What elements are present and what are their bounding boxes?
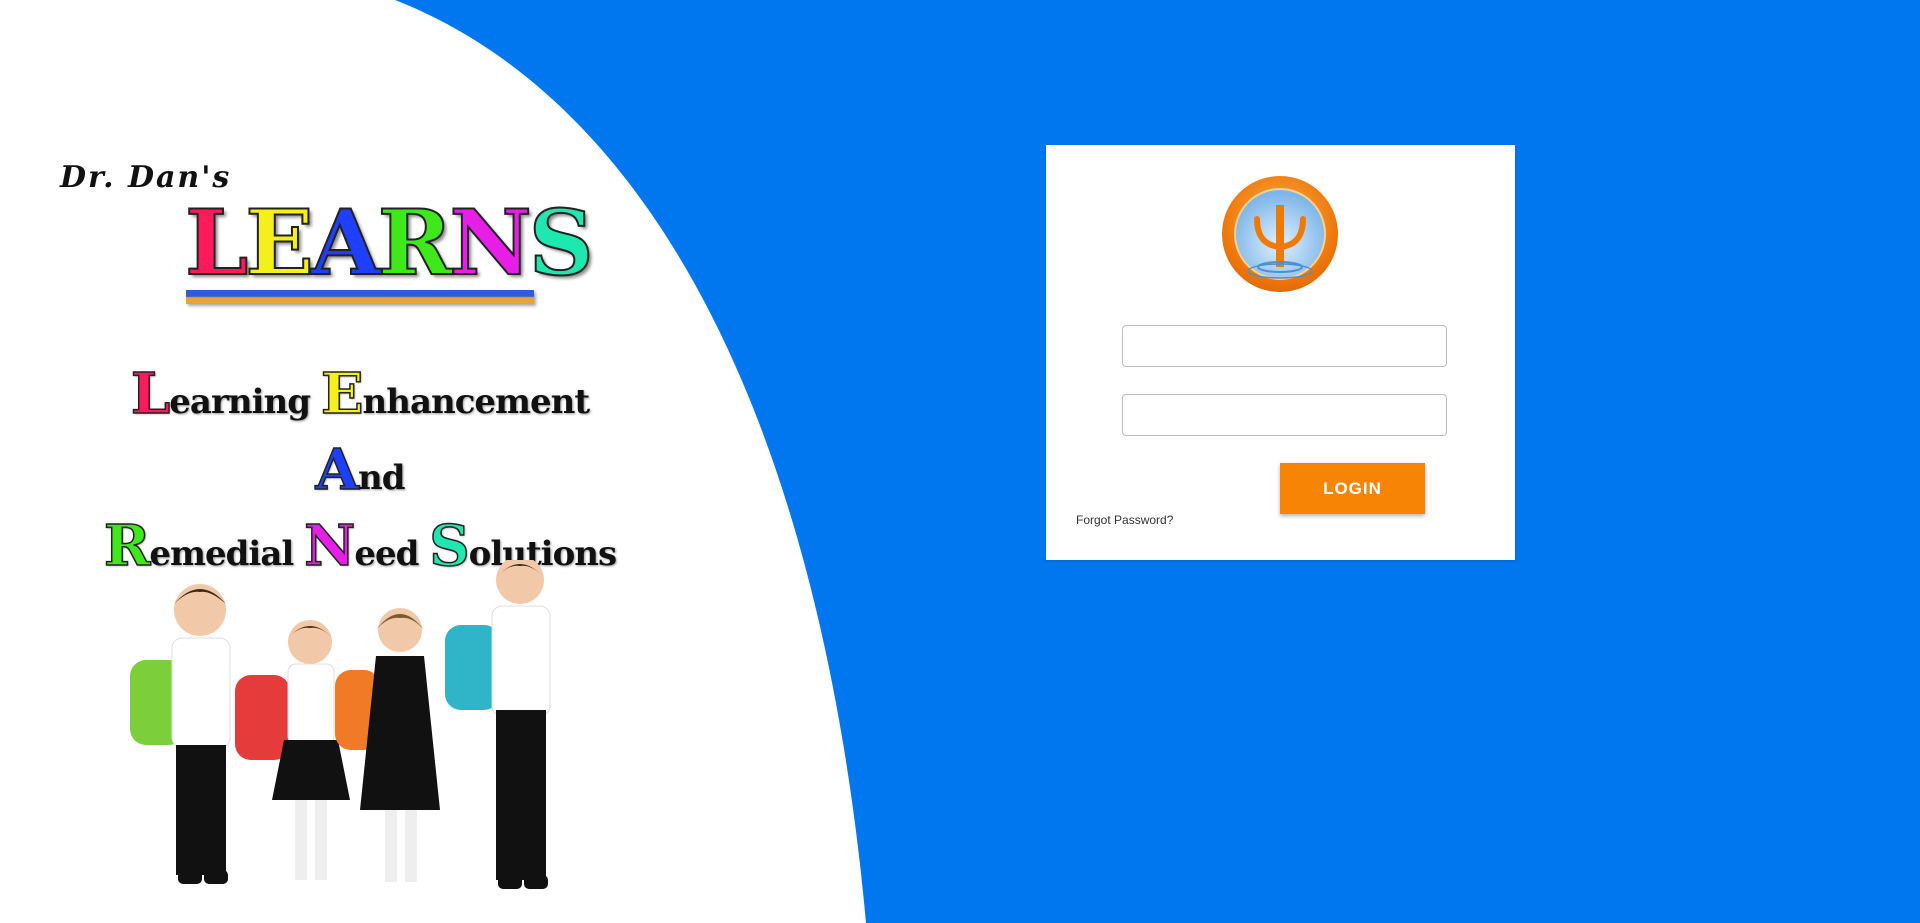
acronym-word-rest: earning <box>169 382 321 422</box>
brand-panel: Dr. Dan's LEARNS Learning Enhancement And… <box>0 0 1920 923</box>
child-3 <box>335 608 440 882</box>
brand-title-letter: N <box>449 190 533 296</box>
acronym-initial: E <box>320 360 364 428</box>
brand-title-letter: L <box>184 190 249 296</box>
children-with-backpacks-illustration <box>130 560 551 889</box>
acronym-line: Learning Enhancement <box>100 360 620 436</box>
login-button[interactable]: LOGIN <box>1280 463 1425 514</box>
login-card: LOGIN Forgot Password? <box>1046 145 1515 560</box>
brand-acronym: Learning Enhancement And Remedial Need Sol… <box>100 360 620 588</box>
username-input[interactable] <box>1122 325 1447 367</box>
child-2 <box>235 620 350 880</box>
child-4 <box>445 560 551 889</box>
child-1 <box>130 584 231 884</box>
brand-title-letter: E <box>244 190 315 296</box>
acronym-line: And <box>100 436 620 512</box>
acronym-word-rest: nd <box>357 458 405 498</box>
forgot-password-link[interactable]: Forgot Password? <box>1076 513 1173 527</box>
password-input[interactable] <box>1122 394 1447 436</box>
acronym-initial: A <box>315 436 360 504</box>
acronym-word-rest: nhancement <box>362 382 591 422</box>
acronym-initial: L <box>130 360 171 428</box>
brand-title-letter: S <box>528 190 595 296</box>
brand-underline <box>186 290 534 304</box>
brand-title-letter: R <box>377 190 454 296</box>
psi-logo-icon <box>1222 176 1338 292</box>
brand-title-letter: A <box>310 190 382 296</box>
brand-title: LEARNS <box>184 197 595 289</box>
